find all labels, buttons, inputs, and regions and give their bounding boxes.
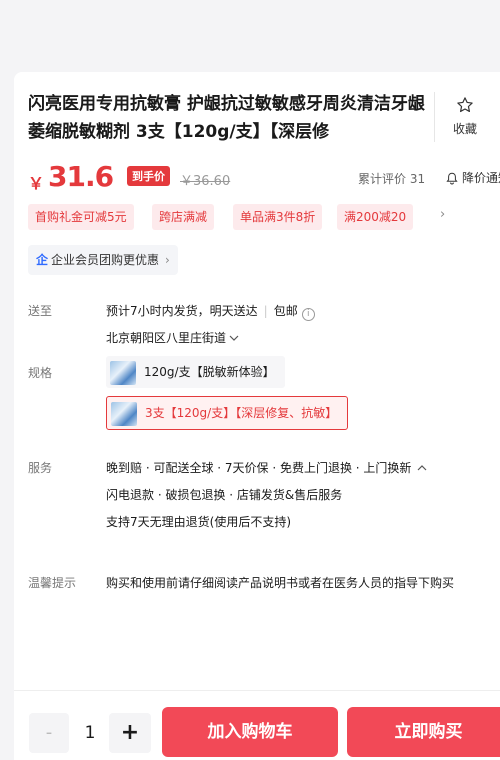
bottom-action-bar: - 1 + 加入购物车 立即购买 [14,690,500,760]
final-price-tag: 到手价 [127,166,170,186]
promo-tag[interactable]: 单品满3件8折 [233,204,323,230]
product-card: 闪亮医用专用抗敏膏 护龈抗过敏敏感牙周炎清洁牙龈萎缩脱敏糊剂 3支【120g/支… [14,72,500,760]
favorite-label: 收藏 [452,122,477,136]
currency-symbol: ￥ [28,174,45,193]
service-line-1: 晚到赔 · 可配送全球 · 7天价保 · 免费上门退换 · 上门换新 [106,459,427,476]
enterprise-label: 企业会员团购更优惠 [51,253,160,267]
product-title: 闪亮医用专用抗敏膏 护龈抗过敏敏感牙周炎清洁牙龈萎缩脱敏糊剂 3支【120g/支… [28,94,425,142]
delivery-address[interactable]: 北京朝阳区八里庄街道 [106,329,239,346]
original-price: ￥36.60 [180,174,231,189]
tips-label: 温馨提示 [28,576,77,590]
product-thumbnail [110,360,136,385]
spec-option-label: 120g/支【脱敏新体验】 [144,365,275,379]
quantity-value[interactable]: 1 [78,713,102,753]
chevron-right-icon[interactable]: › [440,207,445,222]
info-icon[interactable]: i [301,308,315,321]
bell-icon [446,172,458,185]
reviews-link[interactable]: 累计评价 31 [358,170,425,187]
service-label: 服务 [28,461,53,475]
quantity-decrease-button[interactable]: - [29,713,69,753]
delivery-eta-text: 预计7小时内发货，明天送达 [106,304,258,318]
promo-tag[interactable]: 首购礼金可减5元 [28,204,134,230]
add-to-cart-button[interactable]: 加入购物车 [162,707,338,757]
price-row: ￥ 31.6 到手价 ￥36.60 累计评价 31 降价通知 [28,160,500,193]
shipping-free: 包邮 [273,304,298,318]
spec-option[interactable]: 120g/支【脱敏新体验】 [106,356,285,388]
enterprise-promo-button[interactable]: 企企业会员团购更优惠 › [28,245,178,275]
tips-text: 购买和使用前请仔细阅读产品说明书或者在医务人员的指导下购买 [106,576,455,590]
star-icon [457,97,473,113]
enterprise-icon: 企 [36,253,49,267]
promo-tag[interactable]: 跨店满减 [152,204,215,230]
price-drop-notify[interactable]: 降价通知 [446,169,500,186]
quantity-increase-button[interactable]: + [109,713,151,753]
spec-option-label: 3支【120g/支】【深层修复、抗敏】 [145,406,338,420]
delivery-eta: 预计7小时内发货，明天送达 | 包邮 i [106,302,315,321]
buy-now-button[interactable]: 立即购买 [347,707,500,757]
spec-option-selected[interactable]: 3支【120g/支】【深层修复、抗敏】 [106,396,349,430]
notify-label: 降价通知 [462,171,500,185]
divider: | [263,304,268,318]
service-text: 晚到赔 · 可配送全球 · 7天价保 · 免费上门退换 · 上门换新 [106,461,416,475]
current-price: 31.6 [48,160,114,193]
product-thumbnail [111,401,137,426]
address-text: 北京朝阳区八里庄街道 [106,331,227,345]
chevron-up-icon[interactable] [417,464,427,472]
chevron-down-icon [229,335,239,341]
favorite-button[interactable]: 收藏 [434,92,495,142]
chevron-right-icon: › [165,253,170,267]
service-line-3: 支持7天无理由退货(使用后不支持) [106,515,291,529]
promo-tag[interactable]: 满200减20 [337,204,414,230]
delivery-label: 送至 [28,304,53,318]
spec-label: 规格 [28,366,53,380]
service-line-2: 闪电退款 · 破损包退换 · 店铺发货&售后服务 [106,488,343,502]
